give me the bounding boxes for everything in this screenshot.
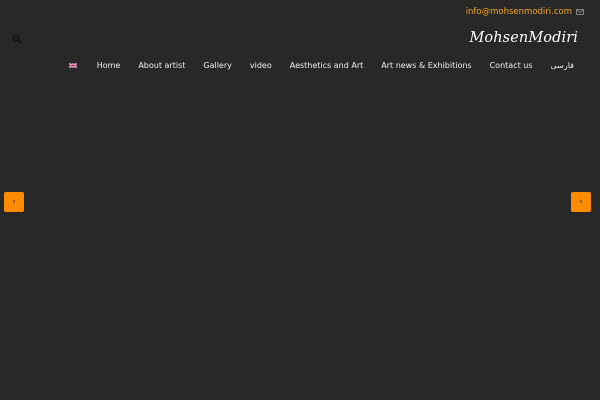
slider-prev-button[interactable]: ‹ [4,192,24,212]
nav-about-artist[interactable]: About artist [138,61,185,70]
nav-gallery[interactable]: Gallery [203,61,232,70]
nav-video[interactable]: video [250,61,272,70]
uk-flag-icon[interactable] [68,62,77,68]
topbar: info@mohsenmodiri.com [466,7,584,17]
slider-next-button[interactable]: › [571,192,591,212]
nav-contact-us[interactable]: Contact us [490,61,533,70]
mail-icon[interactable] [576,9,584,15]
nav-art-news-exhibitions[interactable]: Art news & Exhibitions [381,61,471,70]
nav-farsi[interactable]: فارسی [551,61,575,70]
site-logo[interactable]: MohsenModiri [469,30,578,46]
page: info@mohsenmodiri.com MohsenModiri Home … [0,0,600,400]
main-nav: Home About artist Gallery video Aestheti… [68,59,575,71]
search-icon[interactable] [12,34,22,44]
chevron-left-icon: ‹ [12,196,16,207]
email-link[interactable]: info@mohsenmodiri.com [466,7,572,17]
nav-aesthetics-and-art[interactable]: Aesthetics and Art [290,61,364,70]
nav-home[interactable]: Home [97,61,121,70]
chevron-right-icon: › [579,196,583,207]
